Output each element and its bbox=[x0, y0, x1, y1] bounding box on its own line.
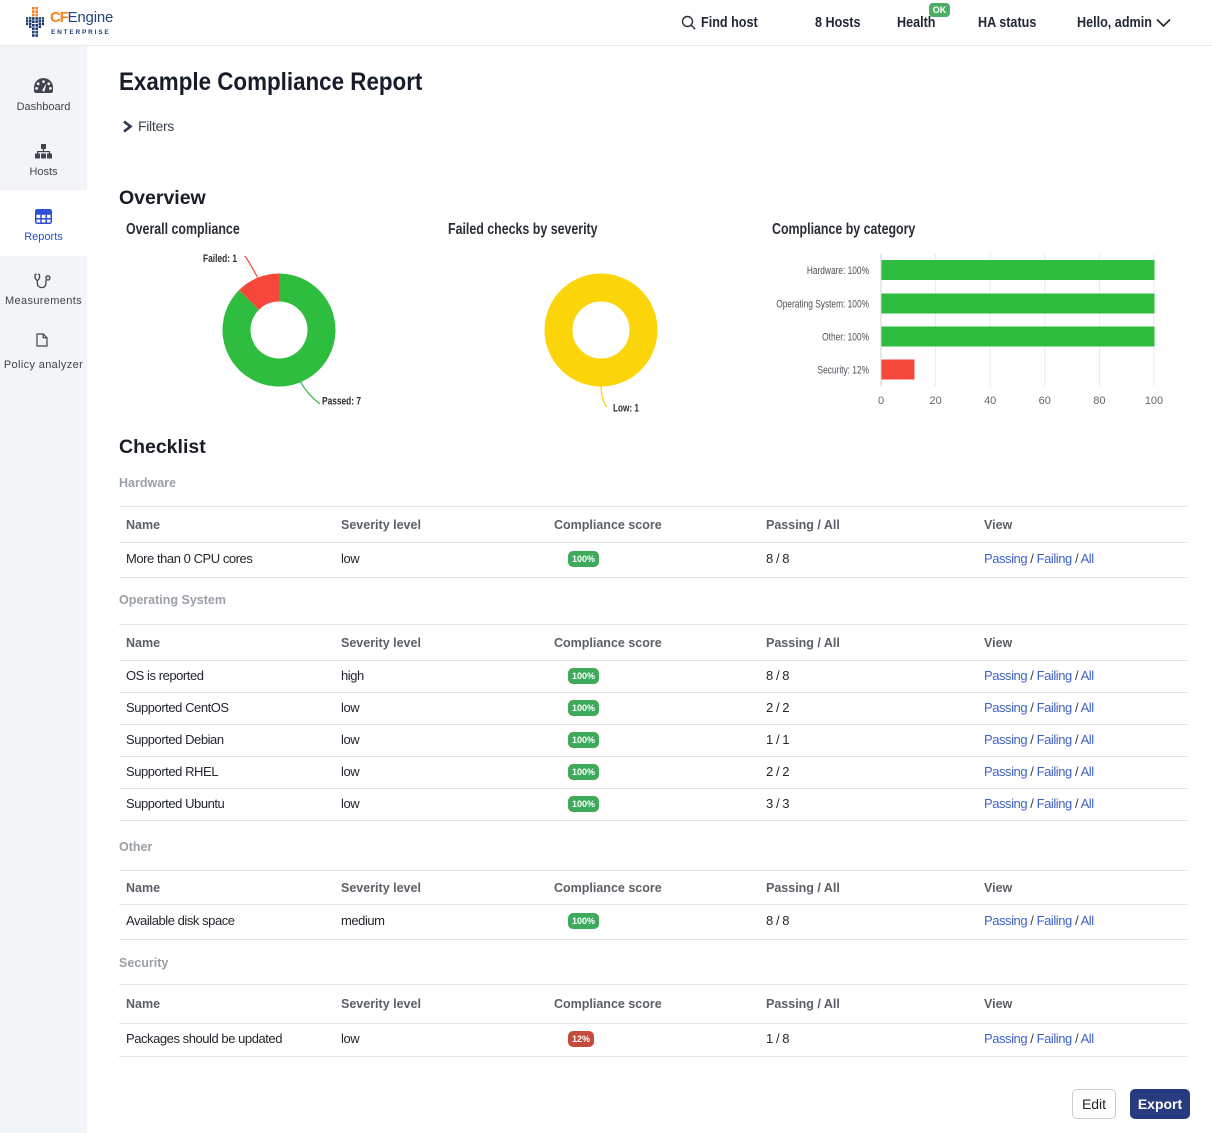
svg-text:0: 0 bbox=[878, 395, 884, 407]
svg-text:40: 40 bbox=[984, 395, 996, 407]
svg-text:Low: 1: Low: 1 bbox=[613, 403, 639, 415]
svg-text:Hardware: 100%: Hardware: 100% bbox=[807, 265, 869, 277]
svg-text:Passed: 7: Passed: 7 bbox=[322, 396, 361, 408]
svg-text:Operating System: 100%: Operating System: 100% bbox=[776, 298, 869, 310]
svg-text:Other: 100%: Other: 100% bbox=[822, 331, 869, 343]
svg-text:80: 80 bbox=[1093, 395, 1105, 407]
svg-text:20: 20 bbox=[929, 395, 941, 407]
svg-text:60: 60 bbox=[1039, 395, 1051, 407]
svg-text:100: 100 bbox=[1145, 395, 1163, 407]
svg-text:Security: 12%: Security: 12% bbox=[818, 364, 870, 376]
svg-text:Failed: 1: Failed: 1 bbox=[203, 253, 237, 265]
